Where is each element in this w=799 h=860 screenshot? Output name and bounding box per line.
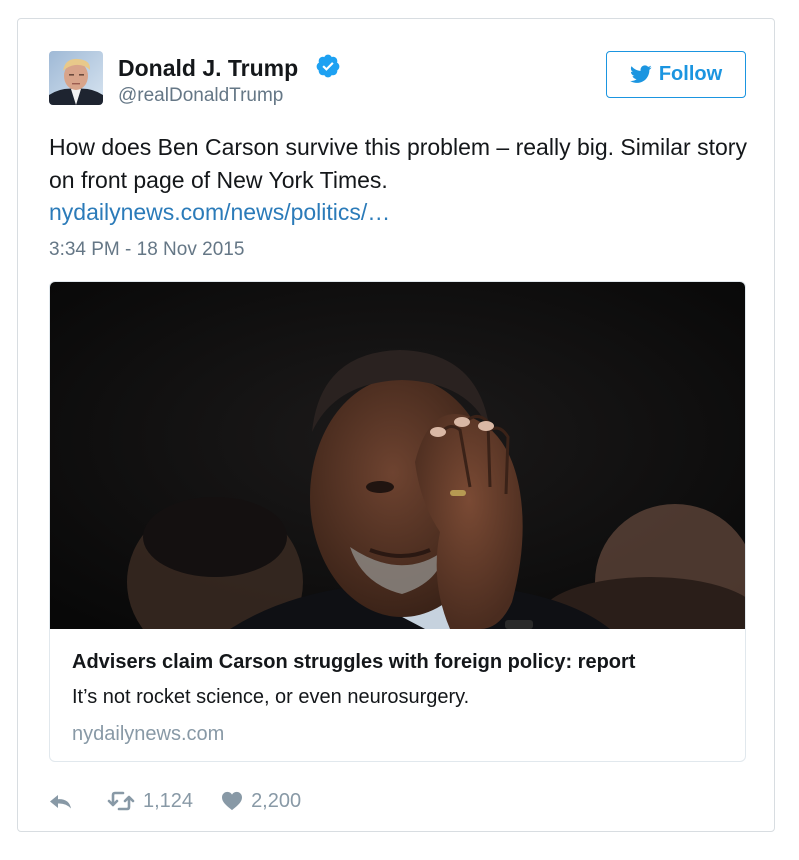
reply-icon	[49, 791, 73, 811]
follow-label: Follow	[658, 63, 723, 85]
like-button[interactable]: 2,200	[221, 790, 301, 813]
tweet-actions: 1,124 2,200	[49, 787, 301, 815]
retweet-count: 1,124	[143, 789, 194, 812]
card-image	[50, 282, 745, 629]
like-count: 2,200	[251, 789, 302, 812]
display-name[interactable]: Donald J. Trump	[118, 55, 298, 82]
retweet-button[interactable]: 1,124	[107, 790, 193, 813]
card-domain: nydailynews.com	[72, 723, 225, 745]
verified-badge-icon	[315, 53, 341, 79]
retweet-icon	[107, 791, 135, 811]
follow-button[interactable]: Follow	[606, 51, 746, 98]
bird-icon	[629, 65, 652, 84]
card-title[interactable]: Advisers claim Carson struggles with for…	[72, 651, 635, 674]
avatar-photo	[49, 51, 103, 105]
avatar[interactable]	[49, 51, 103, 105]
tweet-link[interactable]: nydailynews.com/news/politics/…	[49, 199, 390, 226]
tweet-timestamp[interactable]: 3:34 PM - 18 Nov 2015	[49, 239, 244, 261]
heart-icon	[221, 791, 243, 811]
reply-button[interactable]	[49, 791, 73, 811]
tweet-text: How does Ben Carson survive this problem…	[49, 134, 747, 193]
tweet-card: Donald J. Trump @realDonaldTrump Follow …	[17, 18, 775, 832]
author-handle[interactable]: @realDonaldTrump	[118, 85, 283, 107]
link-preview-card[interactable]: Advisers claim Carson struggles with for…	[49, 281, 746, 762]
card-description: It’s not rocket science, or even neurosu…	[72, 686, 470, 708]
